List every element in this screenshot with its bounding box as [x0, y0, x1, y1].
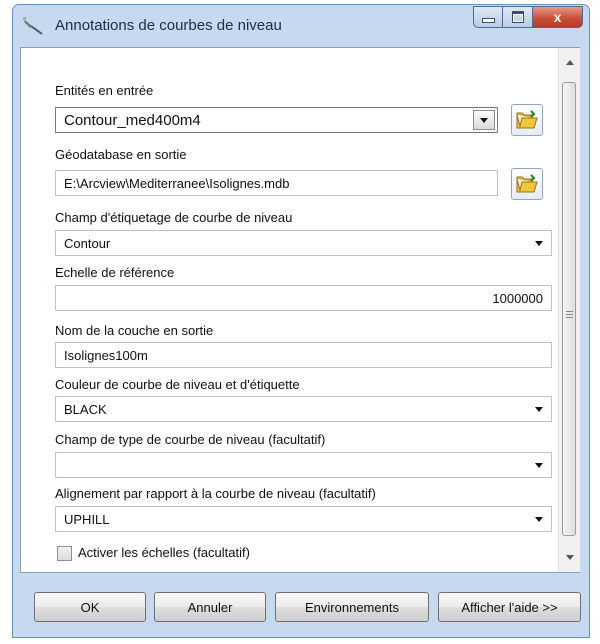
tool-icon — [22, 17, 43, 35]
color-select[interactable]: BLACK — [55, 396, 552, 422]
enable-scales-checkbox[interactable] — [57, 546, 72, 561]
ok-button[interactable]: OK — [34, 592, 146, 622]
browse-output-button[interactable] — [511, 168, 543, 200]
enable-scales-label: Activer les échelles (facultatif) — [78, 545, 250, 560]
color-value: BLACK — [64, 401, 107, 417]
close-button[interactable]: x — [533, 6, 583, 28]
grip-icon — [566, 311, 573, 320]
show-help-button[interactable]: Afficher l'aide >> — [438, 592, 581, 622]
browse-input-button[interactable] — [511, 104, 543, 136]
reference-scale-input[interactable]: 1000000 — [55, 285, 552, 311]
label-field-value: Contour — [64, 235, 111, 251]
type-field-label: Champ de type de courbe de niveau (facul… — [55, 432, 326, 447]
minimize-icon — [481, 18, 495, 23]
input-features-combo[interactable]: Contour_med400m4 — [55, 107, 498, 133]
folder-icon — [516, 110, 538, 129]
alignment-value: UPHILL — [64, 511, 110, 527]
label-field-select[interactable]: Contour — [55, 230, 552, 256]
folder-icon — [516, 174, 538, 193]
input-features-dropdown-button[interactable] — [473, 110, 495, 130]
vertical-scrollbar[interactable] — [558, 48, 580, 572]
chevron-down-icon — [535, 407, 543, 412]
chevron-down-icon — [480, 118, 488, 123]
title-bar[interactable]: Annotations de courbes de niveau x — [13, 5, 589, 47]
chevron-down-icon — [535, 463, 543, 468]
environments-button[interactable]: Environnements — [275, 592, 429, 622]
input-features-label: Entités en entrée — [55, 83, 154, 98]
alignment-label: Alignement par rapport à la courbe de ni… — [55, 486, 376, 501]
maximize-button[interactable] — [503, 6, 533, 28]
scroll-down-icon[interactable] — [566, 555, 574, 560]
window-controls: x — [473, 6, 583, 30]
color-label: Couleur de courbe de niveau et d'étiquet… — [55, 377, 300, 392]
maximize-icon — [511, 11, 524, 23]
input-features-value: Contour_med400m4 — [64, 111, 201, 129]
scroll-up-icon[interactable] — [566, 60, 574, 65]
output-layer-label: Nom de la couche en sortie — [55, 323, 214, 338]
scrollbar-thumb[interactable] — [562, 82, 576, 536]
reference-scale-label: Echelle de référence — [55, 265, 175, 280]
cancel-button[interactable]: Annuler — [154, 592, 266, 622]
close-icon: x — [553, 9, 562, 25]
chevron-down-icon — [535, 517, 543, 522]
alignment-select[interactable]: UPHILL — [55, 506, 552, 532]
output-gdb-label: Géodatabase en sortie — [55, 147, 187, 162]
output-layer-input[interactable]: Isolignes100m — [55, 342, 552, 368]
window-title: Annotations de courbes de niveau — [55, 17, 282, 34]
output-gdb-input[interactable]: E:\Arcview\Mediterranee\Isolignes.mdb — [55, 170, 498, 196]
minimize-button[interactable] — [473, 6, 503, 28]
dialog-window: Annotations de courbes de niveau x Entit… — [12, 4, 590, 638]
type-field-select[interactable] — [55, 452, 552, 478]
parameters-panel: Entités en entrée Contour_med400m4 Géoda… — [20, 47, 580, 573]
chevron-down-icon — [535, 241, 543, 246]
label-field-label: Champ d'étiquetage de courbe de niveau — [55, 210, 293, 225]
